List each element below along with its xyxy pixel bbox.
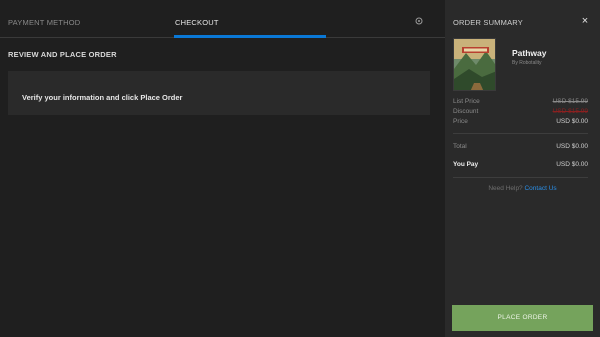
close-button[interactable]: × xyxy=(579,14,591,28)
tab-checkout[interactable]: CHECKOUT xyxy=(175,18,219,27)
product-name: Pathway xyxy=(512,48,547,58)
list-price-value: USD $15.99 xyxy=(552,98,588,105)
product-developer: By Robotality xyxy=(512,60,542,66)
summary-divider xyxy=(453,133,588,134)
price-value: USD $0.00 xyxy=(556,118,588,125)
you-pay-row: You Pay USD $0.00 xyxy=(453,161,588,168)
help-line: Need Help? Contact Us xyxy=(445,185,600,192)
review-title: REVIEW AND PLACE ORDER xyxy=(8,50,117,59)
order-summary-title: ORDER SUMMARY xyxy=(453,18,523,27)
total-row: Total USD $0.00 xyxy=(453,143,588,150)
discount-row: Discount USD $15.99 xyxy=(453,108,588,115)
verify-text: Verify your information and click Place … xyxy=(22,93,183,102)
total-label: Total xyxy=(453,143,467,150)
discount-label: Discount xyxy=(453,108,479,115)
place-order-button[interactable]: PLACE ORDER xyxy=(452,305,593,331)
list-price-row: List Price USD $15.99 xyxy=(453,98,588,105)
lock-icon xyxy=(415,17,423,25)
verify-info-box: Verify your information and click Place … xyxy=(8,71,430,115)
discount-value: USD $15.99 xyxy=(552,108,588,115)
list-price-label: List Price xyxy=(453,98,480,105)
total-value: USD $0.00 xyxy=(556,143,588,150)
price-label: Price xyxy=(453,118,468,125)
you-pay-value: USD $0.00 xyxy=(556,161,588,168)
help-text: Need Help? xyxy=(488,185,523,192)
game-cover-image xyxy=(453,38,496,91)
contact-us-link[interactable]: Contact Us xyxy=(524,185,556,192)
order-summary-panel: ORDER SUMMARY × Pathway By Robotality Li… xyxy=(445,0,600,337)
active-tab-indicator xyxy=(174,35,326,38)
checkout-tabs: PAYMENT METHOD CHECKOUT xyxy=(0,0,445,38)
you-pay-label: You Pay xyxy=(453,161,479,168)
price-row: Price USD $0.00 xyxy=(453,118,588,125)
tab-payment-method[interactable]: PAYMENT METHOD xyxy=(8,18,80,27)
summary-divider xyxy=(453,177,588,178)
checkout-main-panel: PAYMENT METHOD CHECKOUT REVIEW AND PLACE… xyxy=(0,0,445,337)
